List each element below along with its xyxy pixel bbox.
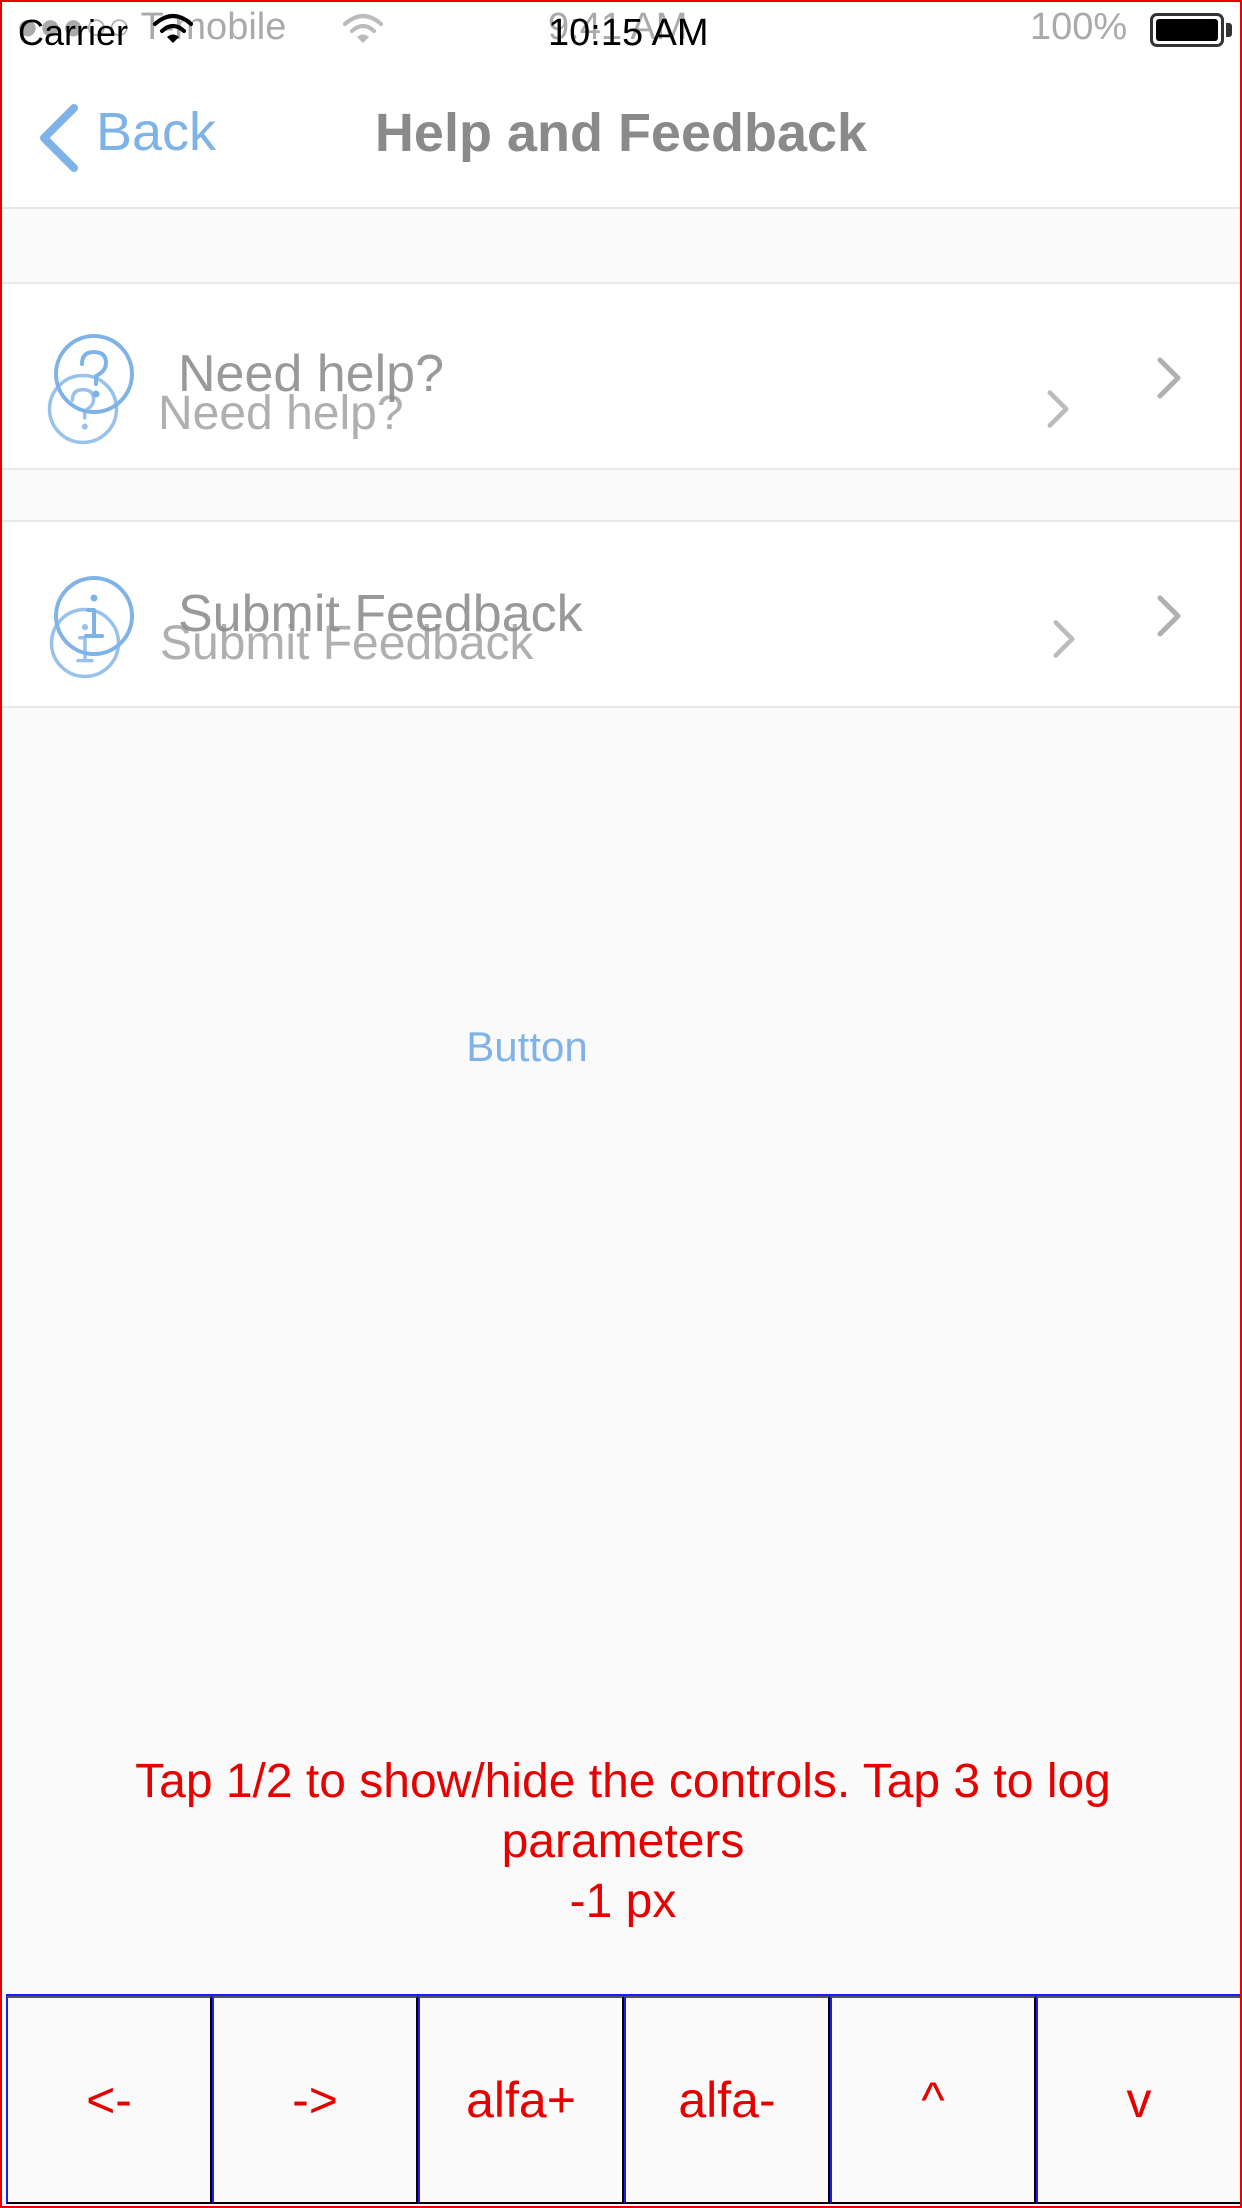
battery-cap	[1226, 23, 1232, 37]
control-move-up-button[interactable]: ^	[830, 1996, 1036, 2204]
debug-info-line: Tap 1/2 to show/hide the controls. Tap 3…	[135, 1755, 1111, 1808]
status-carrier: Carrier	[18, 12, 129, 53]
debug-controls: <- -> alfa+ alfa- ^ v	[6, 1994, 1240, 2204]
status-bar: ●●●○○ T-mobile Carrier 9:41 AM 10:15 AM …	[2, 2, 1240, 62]
control-move-left-button[interactable]: <-	[6, 1996, 212, 2204]
screen: ●●●○○ T-mobile Carrier 9:41 AM 10:15 AM …	[0, 0, 1242, 2208]
debug-info-text: Tap 1/2 to show/hide the controls. Tap 3…	[2, 1752, 1240, 1932]
battery-percent: 100%	[1030, 6, 1128, 48]
control-alpha-decrease-button[interactable]: alfa-	[624, 1996, 830, 2204]
list-item-submit-feedback[interactable]	[2, 520, 1240, 708]
debug-info-line: parameters	[501, 1815, 745, 1868]
wifi-icon	[152, 12, 194, 51]
center-button[interactable]: Button	[2, 1022, 1052, 1072]
status-time: 10:15 AM	[548, 12, 709, 54]
list-item-need-help[interactable]	[2, 282, 1240, 470]
debug-offset-value: -1 px	[569, 1875, 677, 1928]
navigation-bar: Back Help and Feedback	[2, 62, 1240, 209]
control-move-down-button[interactable]: v	[1036, 1996, 1240, 2204]
battery-icon	[1150, 13, 1224, 47]
control-move-right-button[interactable]: ->	[212, 1996, 418, 2204]
page-title: Help and Feedback	[374, 103, 868, 163]
control-alpha-increase-button[interactable]: alfa+	[418, 1996, 624, 2204]
wifi-icon	[342, 12, 384, 51]
